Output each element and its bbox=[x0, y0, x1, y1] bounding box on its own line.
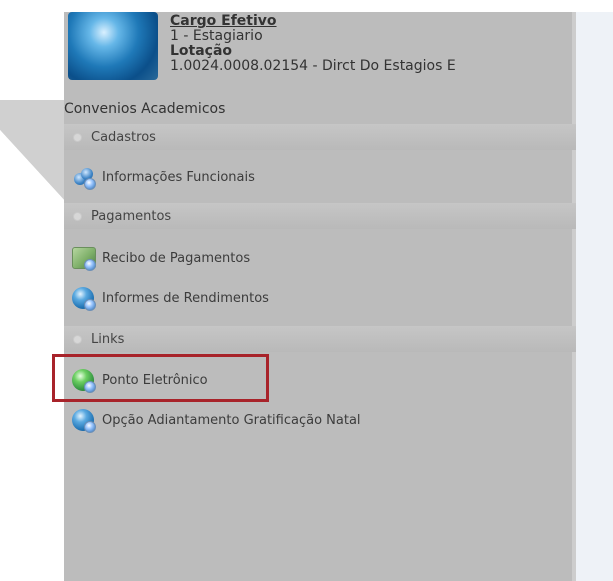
menu-item-label: Recibo de Pagamentos bbox=[102, 250, 251, 266]
menu-item-ponto-eletronico[interactable]: Ponto Eletrônico bbox=[64, 365, 576, 395]
globe-icon bbox=[72, 409, 96, 433]
menu-item-label: Ponto Eletrônico bbox=[102, 372, 208, 388]
bullet-icon bbox=[73, 132, 82, 142]
section-header-cadastros[interactable]: Cadastros bbox=[64, 124, 576, 150]
user-avatar bbox=[68, 12, 158, 80]
lotacao-value-cont: Convenios Academicos bbox=[64, 101, 226, 117]
globe-icon bbox=[72, 287, 96, 311]
section-label: Pagamentos bbox=[91, 208, 172, 224]
cargo-label: Cargo Efetivo bbox=[170, 13, 277, 29]
lotacao-label: Lotação bbox=[170, 43, 233, 59]
menu-item-informes-rendimentos[interactable]: Informes de Rendimentos bbox=[64, 283, 576, 313]
right-content-area bbox=[576, 12, 613, 581]
menu-item-label: Informações Funcionais bbox=[102, 169, 255, 185]
money-icon bbox=[72, 247, 96, 271]
top-strip bbox=[0, 0, 613, 12]
fold-decoration bbox=[0, 12, 66, 202]
menu-item-recibo-pagamentos[interactable]: Recibo de Pagamentos bbox=[64, 243, 576, 273]
green-globe-icon bbox=[72, 369, 96, 393]
bullet-icon bbox=[73, 334, 82, 344]
menu-item-label: Opção Adiantamento Gratificação Natal bbox=[102, 412, 361, 428]
cargo-value: 1 - Estagiario bbox=[170, 28, 263, 44]
section-label: Links bbox=[91, 331, 125, 347]
user-info: Cargo Efetivo 1 - Estagiario Lotação 1.0… bbox=[170, 14, 456, 74]
section-label: Cadastros bbox=[91, 129, 156, 145]
lotacao-value: 1.0024.0008.02154 - Dirct Do Estagios E bbox=[170, 58, 456, 74]
menu-item-opcao-adiantamento[interactable]: Opção Adiantamento Gratificação Natal bbox=[64, 405, 576, 435]
section-header-pagamentos[interactable]: Pagamentos bbox=[64, 203, 576, 229]
section-header-links[interactable]: Links bbox=[64, 326, 576, 352]
people-icon bbox=[72, 166, 96, 190]
bullet-icon bbox=[73, 211, 82, 221]
menu-item-label: Informes de Rendimentos bbox=[102, 290, 269, 306]
menu-item-informacoes-funcionais[interactable]: Informações Funcionais bbox=[64, 162, 576, 192]
